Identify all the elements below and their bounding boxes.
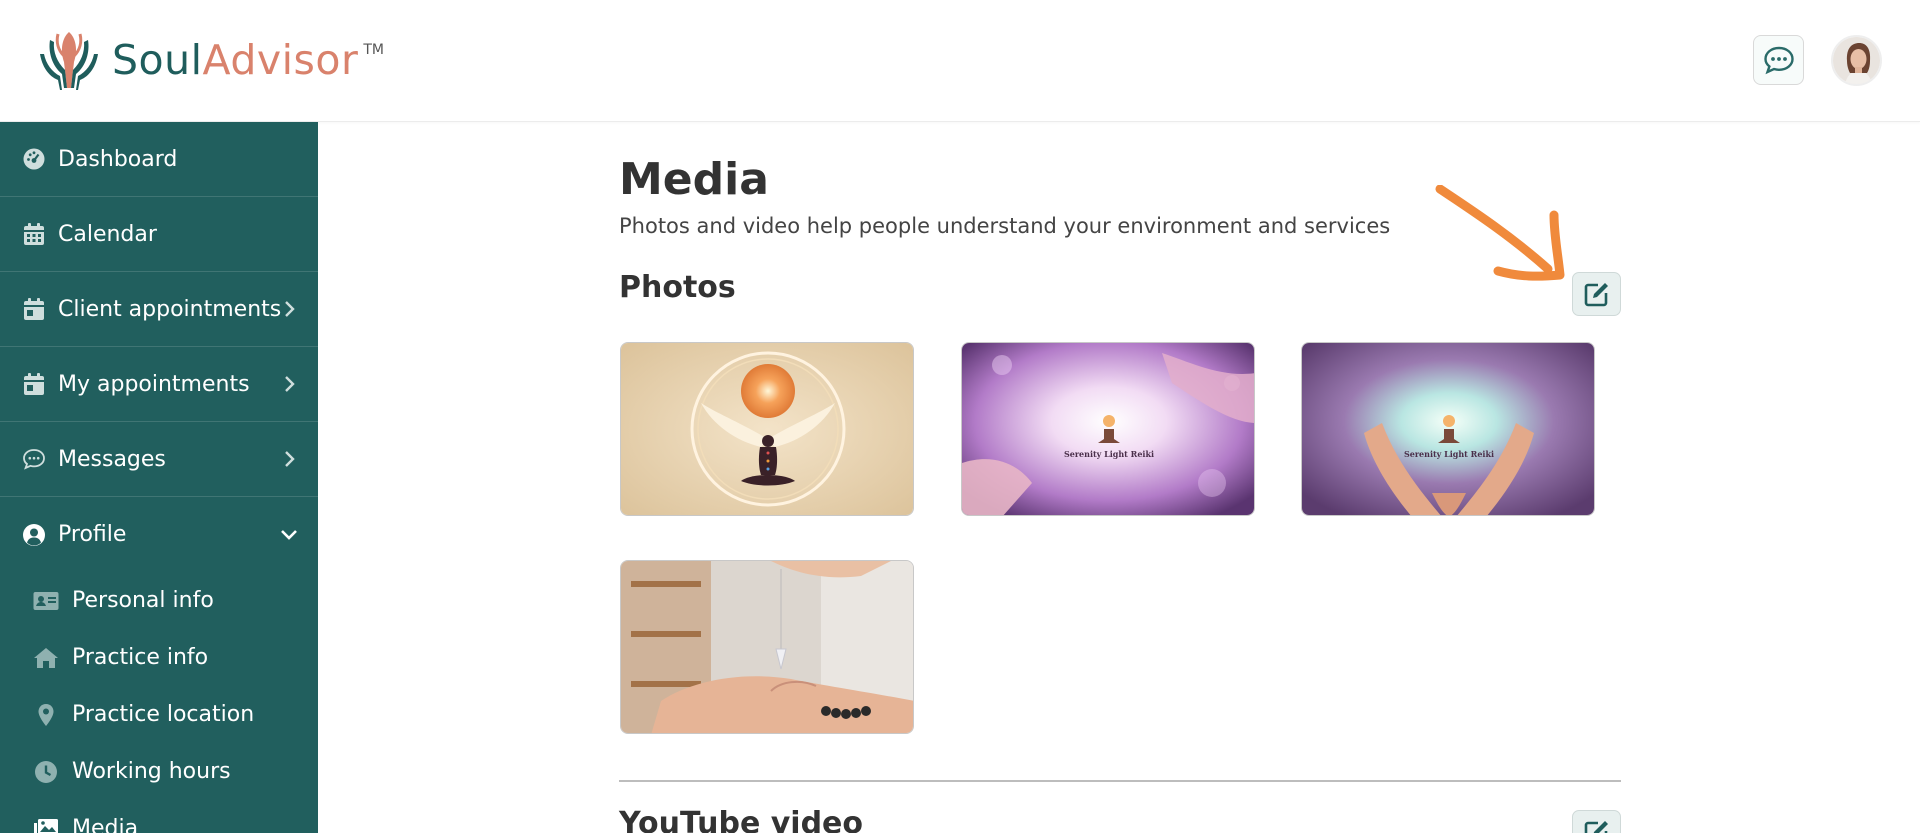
sidebar-item-dashboard[interactable]: Dashboard: [0, 122, 318, 197]
serenity-light-reiki-open-hands: Serenity Light Reiki: [1302, 343, 1594, 515]
calendar-icon: [22, 222, 46, 246]
page-subtitle: Photos and video help people understand …: [619, 214, 1391, 238]
logo-text: SoulAdvisor: [112, 36, 358, 84]
photo-thumbnail[interactable]: [620, 342, 914, 516]
sidebar-item-label: My appointments: [58, 371, 250, 397]
logo-text-advisor: Advisor: [202, 36, 359, 84]
avatar-portrait: [1833, 37, 1880, 84]
header-chat-button[interactable]: [1753, 35, 1804, 85]
annotation-arrow-icon: [1435, 185, 1565, 281]
calendar-event-icon: [22, 297, 46, 321]
home-icon: [33, 645, 59, 671]
sidebar-item-label: Messages: [58, 446, 166, 472]
soul-advisor-logo[interactable]: SoulAdvisor TM: [38, 28, 384, 92]
logo-mark-icon: [40, 32, 98, 90]
edit-photos-button[interactable]: [1572, 272, 1621, 316]
pendulum-over-palm: [621, 561, 913, 733]
sidebar-item-calendar[interactable]: Calendar: [0, 197, 318, 272]
meditation-wings-illustration: [621, 343, 913, 515]
sidebar-item-my-appointments[interactable]: My appointments: [0, 347, 318, 422]
sidebar-subitem-label: Practice location: [72, 702, 255, 727]
sidebar-item-label: Profile: [58, 522, 127, 547]
sidebar-subitem-practice-location[interactable]: Practice location: [0, 686, 318, 743]
sidebar-subitem-media[interactable]: Media: [0, 800, 318, 833]
photo-thumbnail[interactable]: Serenity Light Reiki: [1301, 342, 1595, 516]
photos-section-title: Photos: [619, 270, 736, 305]
dashboard-gauge-icon: [22, 147, 46, 171]
serenity-light-reiki-hands: Serenity Light Reiki: [962, 343, 1254, 515]
chevron-right-icon: [285, 376, 295, 392]
trademark-mark: TM: [363, 42, 384, 58]
sidebar-subitem-working-hours[interactable]: Working hours: [0, 743, 318, 800]
sidebar-subitem-label: Practice info: [72, 645, 209, 670]
photo-thumbnail[interactable]: [620, 560, 914, 734]
user-avatar[interactable]: [1831, 35, 1882, 86]
sidebar-item-profile[interactable]: Profile: [0, 497, 318, 572]
page-title: Media: [619, 154, 769, 205]
youtube-section-title: YouTube video: [619, 806, 863, 833]
sidebar-item-client-appointments[interactable]: Client appointments: [0, 272, 318, 347]
edit-pencil-icon: [1584, 283, 1608, 307]
photo-thumbnail[interactable]: Serenity Light Reiki: [961, 342, 1255, 516]
chevron-right-icon: [285, 301, 295, 317]
photo-caption: Serenity Light Reiki: [1064, 449, 1154, 459]
sidebar-item-label: Client appointments: [58, 296, 282, 322]
sidebar-subitem-personal-info[interactable]: Personal info: [0, 572, 318, 629]
images-icon: [33, 816, 59, 833]
sidebar-nav: Dashboard Calendar Client appointments M…: [0, 122, 318, 833]
sidebar-item-label: Calendar: [58, 221, 157, 247]
edit-pencil-icon: [1584, 821, 1608, 833]
chevron-right-icon: [285, 451, 295, 467]
sidebar-subitem-practice-info[interactable]: Practice info: [0, 629, 318, 686]
sidebar-item-messages[interactable]: Messages: [0, 422, 318, 497]
photo-caption: Serenity Light Reiki: [1404, 449, 1494, 459]
top-header: SoulAdvisor TM: [0, 0, 1920, 122]
sidebar-subitem-label: Working hours: [72, 759, 231, 784]
id-card-icon: [33, 588, 59, 614]
chevron-down-icon: [281, 530, 297, 540]
chat-bubble-icon: [1763, 46, 1794, 75]
sidebar-subitem-label: Media: [72, 816, 139, 833]
edit-youtube-button[interactable]: [1572, 810, 1621, 833]
sidebar-subitem-label: Personal info: [72, 588, 214, 613]
calendar-event-icon: [22, 372, 46, 396]
map-pin-icon: [33, 702, 59, 728]
chat-icon: [22, 447, 46, 471]
logo-text-soul: Soul: [112, 36, 203, 84]
clock-icon: [33, 759, 59, 785]
section-divider: [619, 780, 1621, 782]
user-circle-icon: [22, 523, 46, 547]
sidebar-item-label: Dashboard: [58, 146, 178, 172]
